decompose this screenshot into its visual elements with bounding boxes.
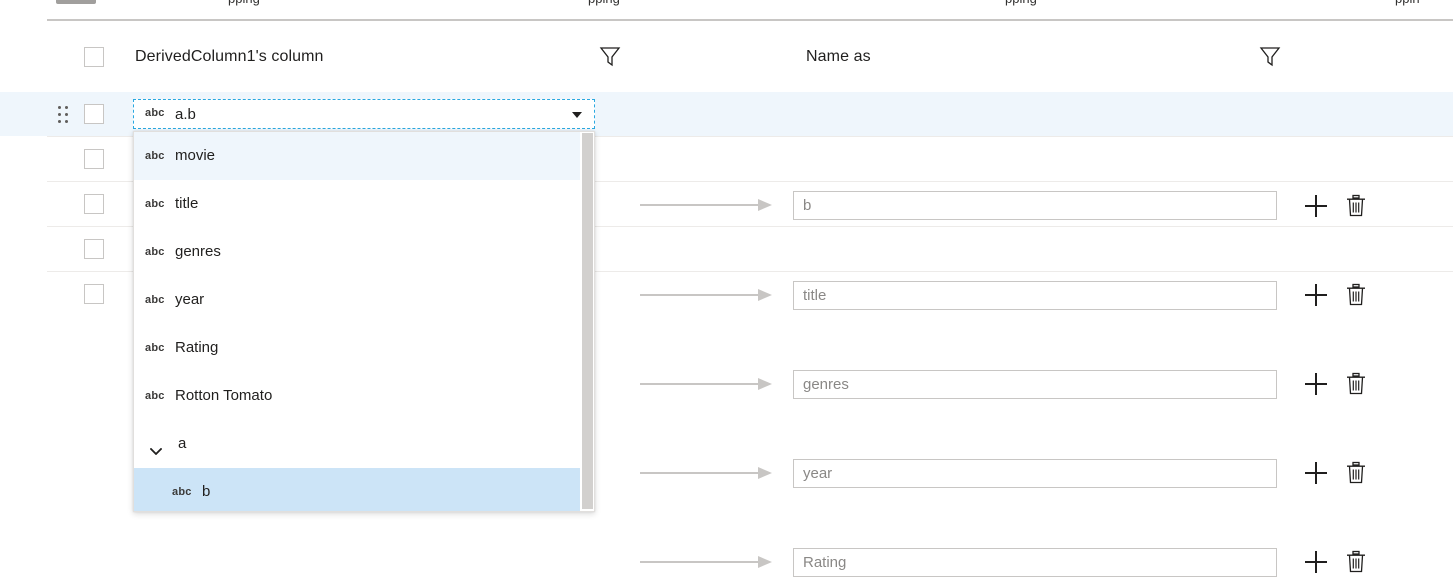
type-badge-abc: abc xyxy=(145,342,165,354)
dropdown-scrollbar[interactable] xyxy=(580,132,594,511)
clipped-chip xyxy=(56,0,96,4)
dropdown-item-label: movie xyxy=(175,145,215,167)
delete-row-button[interactable] xyxy=(1345,550,1367,574)
add-row-button[interactable] xyxy=(1305,551,1327,573)
chevron-down-icon[interactable] xyxy=(572,112,582,118)
row-checkbox[interactable] xyxy=(84,284,104,304)
type-badge-abc: abc xyxy=(145,246,165,258)
add-row-button[interactable] xyxy=(1305,373,1327,395)
type-badge-abc: abc xyxy=(145,150,165,162)
clipped-toolbar-strip: pping pping pping ppin xyxy=(0,0,1453,9)
dropdown-scrollbar-thumb[interactable] xyxy=(582,133,593,509)
clipped-label-2: pping xyxy=(588,0,620,9)
add-row-button[interactable] xyxy=(1305,462,1327,484)
row-checkbox[interactable] xyxy=(84,239,104,259)
mapping-arrow-icon xyxy=(640,556,772,568)
row-checkbox[interactable] xyxy=(84,194,104,214)
dropdown-item-b[interactable]: abc b xyxy=(134,468,582,512)
chevron-down-icon[interactable] xyxy=(150,442,162,449)
column-dropdown-list[interactable]: abc movie abc title abc genres abc year … xyxy=(133,131,595,512)
type-badge-abc: abc xyxy=(145,390,165,402)
dropdown-item-label: title xyxy=(175,193,198,215)
row-checkbox[interactable] xyxy=(84,149,104,169)
dropdown-item-label: genres xyxy=(175,241,221,263)
clipped-label-3: pping xyxy=(1005,0,1037,9)
delete-row-button[interactable] xyxy=(1345,372,1367,396)
dropdown-item-year[interactable]: abc year xyxy=(134,276,582,324)
select-all-checkbox[interactable] xyxy=(84,47,104,67)
row-checkbox[interactable] xyxy=(84,104,104,124)
dropdown-group-a[interactable]: a xyxy=(134,420,582,468)
combobox-value: a.b xyxy=(175,104,196,126)
type-badge-abc: abc xyxy=(145,107,165,119)
filter-funnel-icon-target[interactable] xyxy=(1258,44,1282,68)
dropdown-item-title[interactable]: abc title xyxy=(134,180,582,228)
dropdown-item-label: year xyxy=(175,289,204,311)
mapping-arrow-icon xyxy=(640,378,772,390)
dropdown-item-genres[interactable]: abc genres xyxy=(134,228,582,276)
dropdown-item-label: Rating xyxy=(175,337,218,359)
source-column-header: DerivedColumn1's column xyxy=(135,44,324,70)
filter-funnel-icon-source[interactable] xyxy=(598,44,622,68)
dropdown-item-rating[interactable]: abc Rating xyxy=(134,324,582,372)
name-as-input[interactable] xyxy=(793,370,1277,399)
source-column-combobox[interactable]: abc a.b xyxy=(133,99,595,129)
dropdown-item-label: b xyxy=(202,481,210,503)
dropdown-item-label: Rotton Tomato xyxy=(175,385,272,407)
name-as-input[interactable] xyxy=(793,459,1277,488)
mapping-arrow-icon xyxy=(640,467,772,479)
type-badge-abc: abc xyxy=(172,486,192,498)
dropdown-group-label: a xyxy=(178,433,186,455)
drag-handle-icon[interactable] xyxy=(58,105,68,123)
header-divider xyxy=(47,19,1453,21)
dropdown-item-movie[interactable]: abc movie xyxy=(134,132,582,180)
dropdown-item-rotton-tomato[interactable]: abc Rotton Tomato xyxy=(134,372,582,420)
delete-row-button[interactable] xyxy=(1345,461,1367,485)
target-column-header: Name as xyxy=(806,44,871,70)
clipped-label-4: ppin xyxy=(1395,0,1420,9)
clipped-label-1: pping xyxy=(228,0,260,9)
name-as-input[interactable] xyxy=(793,548,1277,577)
type-badge-abc: abc xyxy=(145,198,165,210)
dropdown-options: abc movie abc title abc genres abc year … xyxy=(134,132,582,512)
type-badge-abc: abc xyxy=(145,294,165,306)
